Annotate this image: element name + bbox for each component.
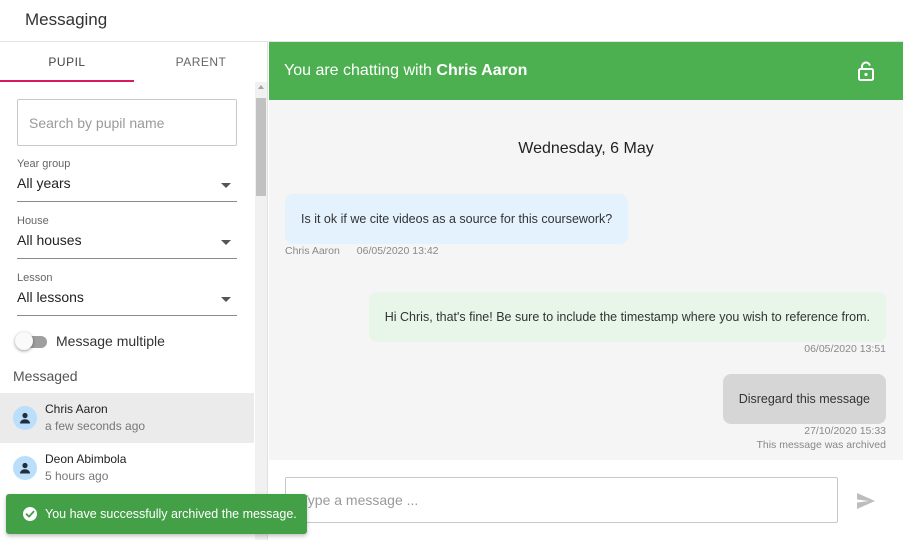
message-multiple-toggle[interactable]: Message multiple <box>15 332 245 352</box>
lesson-select[interactable]: Lesson All lessons <box>17 272 237 316</box>
message-bubble-incoming[interactable]: Is it ok if we cite videos as a source f… <box>285 194 629 244</box>
person-icon <box>13 406 37 430</box>
chevron-down-icon <box>221 183 231 188</box>
chat-panel: You are chatting with Chris Aaron Wednes… <box>269 42 903 540</box>
message-timestamp: 27/10/2020 15:33 <box>804 425 886 437</box>
toggle-knob <box>15 332 33 350</box>
house-value: All houses <box>17 232 82 248</box>
lesson-value: All lessons <box>17 289 84 305</box>
message-meta: Chris Aaron 06/05/2020 13:42 <box>285 245 439 257</box>
date-heading: Wednesday, 6 May <box>518 140 654 157</box>
message-timestamp: 06/05/2020 13:42 <box>356 245 439 257</box>
messaged-heading: Messaged <box>13 368 78 384</box>
success-toast: You have successfully archived the messa… <box>6 494 307 534</box>
year-group-select[interactable]: Year group All years <box>17 158 237 202</box>
year-group-label: Year group <box>17 158 71 170</box>
house-label: House <box>17 215 49 227</box>
app-title: Messaging <box>25 10 108 29</box>
year-group-value: All years <box>17 175 71 191</box>
contact-name: Chris Aaron <box>45 402 108 416</box>
contact-time: a few seconds ago <box>45 419 146 433</box>
composer <box>269 460 903 540</box>
chat-header-title: You are chatting with Chris Aaron <box>284 62 527 80</box>
tab-bar: PUPIL PARENT <box>0 42 267 82</box>
contact-name: Deon Abimbola <box>45 452 127 466</box>
contact-chris-aaron[interactable]: Chris Aaron a few seconds ago <box>0 393 254 443</box>
person-icon <box>13 456 37 480</box>
sidebar-scrollbar[interactable] <box>255 82 267 540</box>
lock-open-icon[interactable] <box>857 61 875 81</box>
chat-header-prefix: You are chatting with <box>284 62 432 79</box>
chevron-down-icon <box>221 297 231 302</box>
message-timestamp: 06/05/2020 13:51 <box>804 343 886 355</box>
scroll-up-icon[interactable] <box>258 85 264 89</box>
contact-deon-abimbola[interactable]: Deon Abimbola 5 hours ago <box>0 443 254 493</box>
message-sender: Chris Aaron <box>285 245 340 257</box>
tab-pupil[interactable]: PUPIL <box>0 42 134 82</box>
chevron-down-icon <box>221 240 231 245</box>
search-input[interactable] <box>17 99 237 146</box>
house-select[interactable]: House All houses <box>17 215 237 259</box>
message-bubble-outgoing[interactable]: Hi Chris, that's fine! Be sure to includ… <box>368 292 886 342</box>
check-circle-icon <box>23 507 37 521</box>
message-input[interactable] <box>285 477 838 523</box>
chat-header-name: Chris Aaron <box>436 62 528 79</box>
send-icon[interactable] <box>856 492 876 510</box>
lesson-label: Lesson <box>17 272 53 284</box>
scrollbar-thumb[interactable] <box>256 98 266 196</box>
toast-message: You have successfully archived the messa… <box>45 507 297 521</box>
sidebar: PUPIL PARENT Year group All years House … <box>0 42 268 540</box>
app-header: Messaging <box>0 0 903 42</box>
chat-header: You are chatting with Chris Aaron <box>269 42 903 100</box>
archived-note: This message was archived <box>756 439 886 451</box>
toggle-label: Message multiple <box>56 333 165 349</box>
contact-time: 5 hours ago <box>45 469 109 483</box>
message-bubble-archived[interactable]: Disregard this message <box>722 374 886 424</box>
tab-parent[interactable]: PARENT <box>134 42 267 82</box>
